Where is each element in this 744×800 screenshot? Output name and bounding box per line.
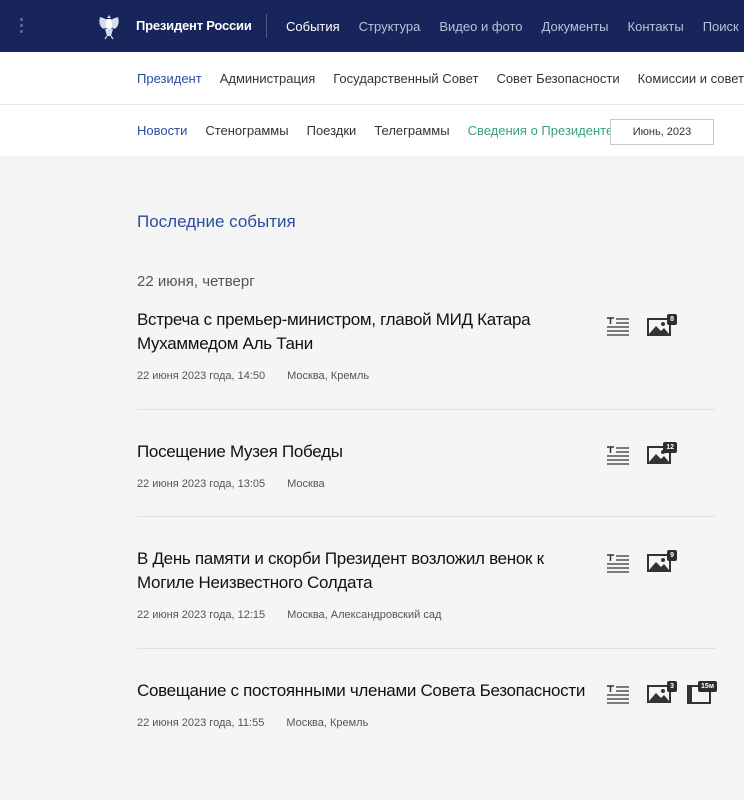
photo-icon[interactable]: 8 (647, 314, 677, 338)
event-place: Москва, Кремль (287, 370, 370, 382)
event-datetime: 22 июня 2023 года, 11:55 (137, 717, 265, 729)
top-header: Президент России События Структура Видео… (0, 0, 744, 52)
sub-nav: Новости Стенограммы Поездки Телеграммы С… (0, 105, 744, 156)
photo-icon[interactable]: 9 (647, 550, 677, 574)
header-divider (266, 14, 267, 38)
photo-count-badge: 8 (667, 314, 677, 325)
top-nav-search[interactable]: Поиск (703, 19, 739, 34)
transcript-icon[interactable] (606, 316, 630, 336)
site-title[interactable]: Президент России (136, 18, 252, 33)
event-divider (137, 648, 716, 649)
photo-count-badge: 9 (667, 550, 677, 561)
video-icon[interactable]: 15м (687, 681, 717, 705)
section-nav-president[interactable]: Президент (137, 71, 202, 86)
sub-nav-transcripts[interactable]: Стенограммы (205, 123, 288, 138)
top-nav-video-photo[interactable]: Видео и фото (439, 19, 522, 34)
section-nav-commissions[interactable]: Комиссии и советы (638, 71, 744, 86)
video-length-badge: 15м (698, 681, 717, 692)
transcript-icon[interactable] (606, 445, 630, 465)
section-nav: Президент Администрация Государственный … (0, 52, 744, 105)
menu-dots-icon[interactable] (20, 18, 24, 36)
event-place: Москва (287, 478, 325, 490)
section-nav-state-council[interactable]: Государственный Совет (333, 71, 478, 86)
top-nav-contacts[interactable]: Контакты (628, 19, 684, 34)
section-title: Последние события (137, 212, 296, 231)
sub-nav-telegrams[interactable]: Телеграммы (374, 123, 449, 138)
photo-count-badge: 12 (663, 442, 677, 453)
photo-icon[interactable]: 12 (647, 442, 677, 466)
month-select[interactable]: Июнь, 2023 (610, 119, 714, 145)
event-divider (137, 409, 716, 410)
event-title[interactable]: Встреча с премьер-министром, главой МИД … (137, 308, 592, 356)
event-place: Москва, Александровский сад (287, 609, 442, 621)
event-title[interactable]: Посещение Музея Победы (137, 440, 592, 464)
day-heading: 22 июня, четверг (137, 273, 255, 290)
sub-nav-trips[interactable]: Поездки (307, 123, 357, 138)
section-nav-security-council[interactable]: Совет Безопасности (496, 71, 619, 86)
event-datetime: 22 июня 2023 года, 12:15 (137, 609, 266, 621)
top-nav-structure[interactable]: Структура (359, 19, 421, 34)
top-nav: События Структура Видео и фото Документы… (286, 19, 739, 34)
event-title[interactable]: В День памяти и скорби Президент возложи… (137, 547, 592, 595)
transcript-icon[interactable] (606, 684, 630, 704)
eagle-emblem-icon[interactable] (96, 12, 122, 40)
event-datetime: 22 июня 2023 года, 14:50 (137, 370, 266, 382)
event-datetime: 22 июня 2023 года, 13:05 (137, 478, 266, 490)
sub-nav-news[interactable]: Новости (137, 123, 187, 138)
event-title[interactable]: Совещание с постоянными членами Совета Б… (137, 679, 592, 703)
top-nav-documents[interactable]: Документы (542, 19, 609, 34)
top-nav-events[interactable]: События (286, 19, 340, 34)
event-place: Москва, Кремль (286, 717, 369, 729)
section-nav-administration[interactable]: Администрация (220, 71, 316, 86)
transcript-icon[interactable] (606, 553, 630, 573)
photo-count-badge: 3 (667, 681, 677, 692)
sub-nav-president-info[interactable]: Сведения о Президенте (468, 123, 614, 138)
event-divider (137, 516, 716, 517)
photo-icon[interactable]: 3 (647, 681, 677, 705)
